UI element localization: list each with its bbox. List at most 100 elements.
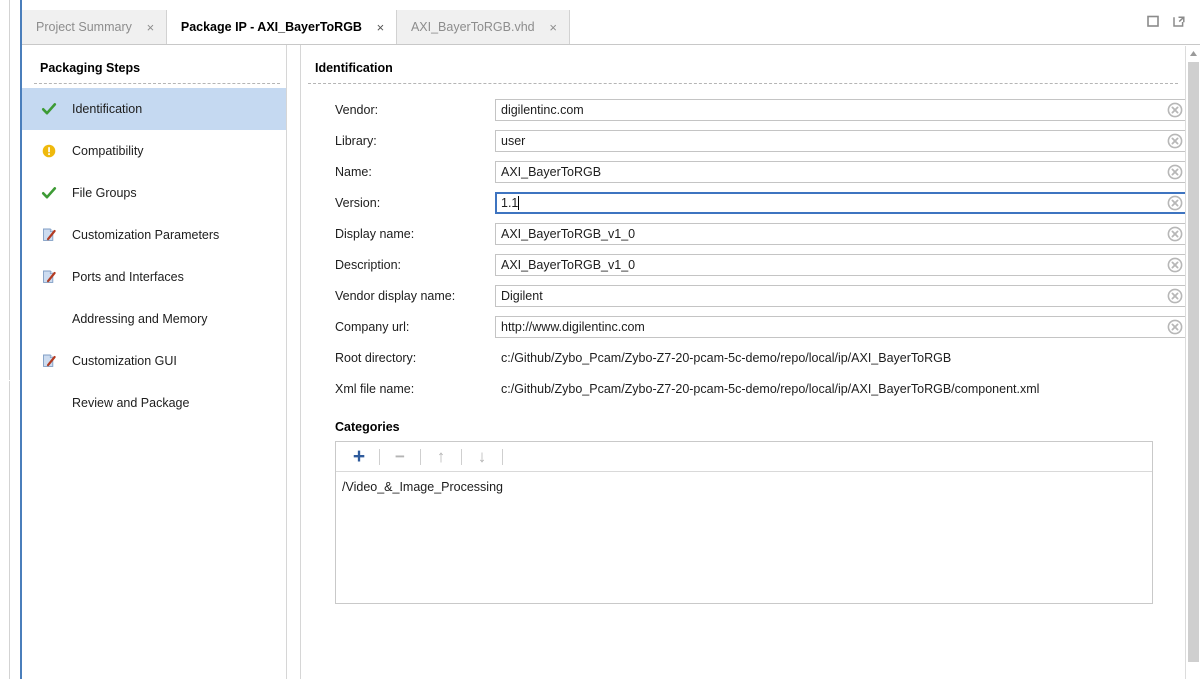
field-row-display-name: Display name: — [302, 218, 1200, 249]
identification-form: Vendor: Library: Name: Version: Display name… — [302, 84, 1200, 404]
input-vendor[interactable] — [495, 98, 1187, 121]
list-item[interactable]: /Video_&_Image_Processing — [342, 478, 1152, 497]
tab-1[interactable]: Package IP - AXI_BayerToRGB × — [166, 10, 397, 44]
sidebar-item-label: Ports and Interfaces — [72, 270, 184, 284]
maximize-icon[interactable] — [1146, 14, 1160, 28]
clear-icon[interactable] — [1167, 319, 1183, 335]
categories-box: + − ↑ ↓ /Video_&_Image_Processing — [335, 441, 1153, 604]
field-label-library: Library: — [335, 133, 377, 148]
field-row-vendor-display-name: Vendor display name: — [302, 280, 1200, 311]
field-value-root-directory: c:/Github/Zybo_Pcam/Zybo-Z7-20-pcam-5c-d… — [501, 350, 952, 365]
sidebar-item-addressing-and-memory[interactable]: Addressing and Memory — [22, 298, 286, 340]
categories-list[interactable]: /Video_&_Image_Processing — [336, 472, 1152, 497]
field-wrapper-library — [495, 129, 1187, 152]
clear-icon[interactable] — [1167, 288, 1183, 304]
field-wrapper-version — [495, 191, 1187, 214]
field-label-name: Name: — [335, 164, 372, 179]
field-row-description: Description: — [302, 249, 1200, 280]
field-label-version: Version: — [335, 195, 381, 210]
no-icon — [40, 310, 58, 328]
field-label-vendor: Vendor: — [335, 102, 379, 117]
clear-icon[interactable] — [1167, 226, 1183, 242]
field-row-name: Name: — [302, 156, 1200, 187]
sidebar-item-customization-gui[interactable]: Customization GUI — [22, 340, 286, 382]
tab-2[interactable]: AXI_BayerToRGB.vhd × — [396, 10, 570, 44]
clear-icon[interactable] — [1167, 257, 1183, 273]
input-company-url[interactable] — [495, 315, 1187, 338]
packaging-steps-sidebar: Packaging Steps Identification Compatibil… — [22, 45, 287, 679]
field-row-company-url: Company url: — [302, 311, 1200, 342]
scroll-up-arrow-icon[interactable] — [1186, 46, 1200, 60]
float-icon[interactable] — [1172, 14, 1186, 28]
toolbar-divider — [420, 448, 421, 465]
toolbar-divider — [379, 448, 380, 465]
toolbar-divider — [502, 448, 503, 465]
left-gutter-pane-bottom — [0, 381, 10, 679]
input-version[interactable] — [495, 191, 1187, 214]
sidebar-item-review-and-package[interactable]: Review and Package — [22, 382, 286, 424]
docked-window: Project Summary × Package IP - AXI_BayerTo… — [20, 0, 1200, 679]
clear-icon[interactable] — [1167, 133, 1183, 149]
clear-icon[interactable] — [1167, 164, 1183, 180]
sidebar-item-compatibility[interactable]: Compatibility — [22, 130, 286, 172]
panel-splitter[interactable] — [288, 45, 301, 679]
field-wrapper-description — [495, 253, 1187, 276]
sidebar-item-label: Compatibility — [72, 144, 144, 158]
categories-title: Categories — [335, 420, 400, 434]
input-name[interactable] — [495, 160, 1187, 183]
field-wrapper-vendor-display-name — [495, 284, 1187, 307]
edit-icon — [40, 268, 58, 286]
tab-0[interactable]: Project Summary × — [22, 10, 167, 44]
field-label-root-directory: Root directory: — [335, 350, 417, 365]
remove-category-button: − — [395, 447, 405, 466]
field-wrapper-company-url — [495, 315, 1187, 338]
input-library[interactable] — [495, 129, 1187, 152]
field-wrapper-name — [495, 160, 1187, 183]
sidebar-item-ports-and-interfaces[interactable]: Ports and Interfaces — [22, 256, 286, 298]
tab-bar-controls — [1146, 14, 1186, 28]
add-category-button[interactable]: + — [344, 445, 374, 469]
sidebar-item-identification[interactable]: Identification — [22, 88, 286, 130]
packaging-steps-list: Identification Compatibility File Groups Cu… — [22, 84, 286, 424]
input-description[interactable] — [495, 253, 1187, 276]
input-display-name[interactable] — [495, 222, 1187, 245]
tab-close-icon[interactable]: × — [548, 21, 559, 34]
check-icon — [40, 100, 58, 118]
tab-label: AXI_BayerToRGB.vhd — [410, 20, 535, 34]
tab-label: Project Summary — [36, 20, 132, 34]
window-body: Packaging Steps Identification Compatibil… — [22, 45, 1200, 679]
tab-close-icon[interactable]: × — [145, 21, 156, 34]
sidebar-item-label: Review and Package — [72, 396, 190, 410]
identification-panel: Identification Vendor: Library: Name: Versi… — [302, 45, 1200, 679]
categories-toolbar: + − ↑ ↓ — [336, 442, 1152, 472]
edit-icon — [40, 352, 58, 370]
sidebar-item-label: File Groups — [72, 186, 137, 200]
categories-section: Categories + − ↑ ↓ /Video_&_Image_Processin… — [335, 420, 1153, 604]
text-caret — [518, 195, 519, 210]
field-label-vendor-display-name: Vendor display name: — [335, 288, 456, 303]
input-vendor-display-name[interactable] — [495, 284, 1187, 307]
field-row-root-directory: Root directory: c:/Github/Zybo_Pcam/Zybo-… — [302, 342, 1200, 373]
tab-strip: Project Summary × Package IP - AXI_BayerTo… — [22, 10, 570, 44]
sidebar-item-label: Customization Parameters — [72, 228, 220, 242]
tab-close-icon[interactable]: × — [375, 21, 386, 34]
field-label-description: Description: — [335, 257, 401, 272]
sidebar-title: Packaging Steps — [40, 61, 141, 75]
page-title: Identification — [315, 61, 393, 75]
clear-icon[interactable] — [1167, 195, 1183, 211]
field-value-xml-file-name: c:/Github/Zybo_Pcam/Zybo-Z7-20-pcam-5c-d… — [501, 381, 1040, 396]
toolbar-divider — [461, 448, 462, 465]
left-gutter-pane-top — [0, 0, 10, 380]
clear-icon[interactable] — [1167, 102, 1183, 118]
field-row-xml-file-name: Xml file name: c:/Github/Zybo_Pcam/Zybo-Z… — [302, 373, 1200, 404]
vivado-package-ip-window: Project Summary × Package IP - AXI_BayerTo… — [0, 0, 1200, 679]
field-label-company-url: Company url: — [335, 319, 410, 334]
scrollbar-thumb[interactable] — [1188, 62, 1199, 662]
field-label-xml-file-name: Xml file name: — [335, 381, 415, 396]
field-row-version: Version: — [302, 187, 1200, 218]
sidebar-item-file-groups[interactable]: File Groups — [22, 172, 286, 214]
content-vertical-scrollbar[interactable] — [1185, 46, 1200, 679]
field-row-vendor: Vendor: — [302, 94, 1200, 125]
move-down-category-button: ↓ — [477, 447, 487, 466]
sidebar-item-customization-parameters[interactable]: Customization Parameters — [22, 214, 286, 256]
